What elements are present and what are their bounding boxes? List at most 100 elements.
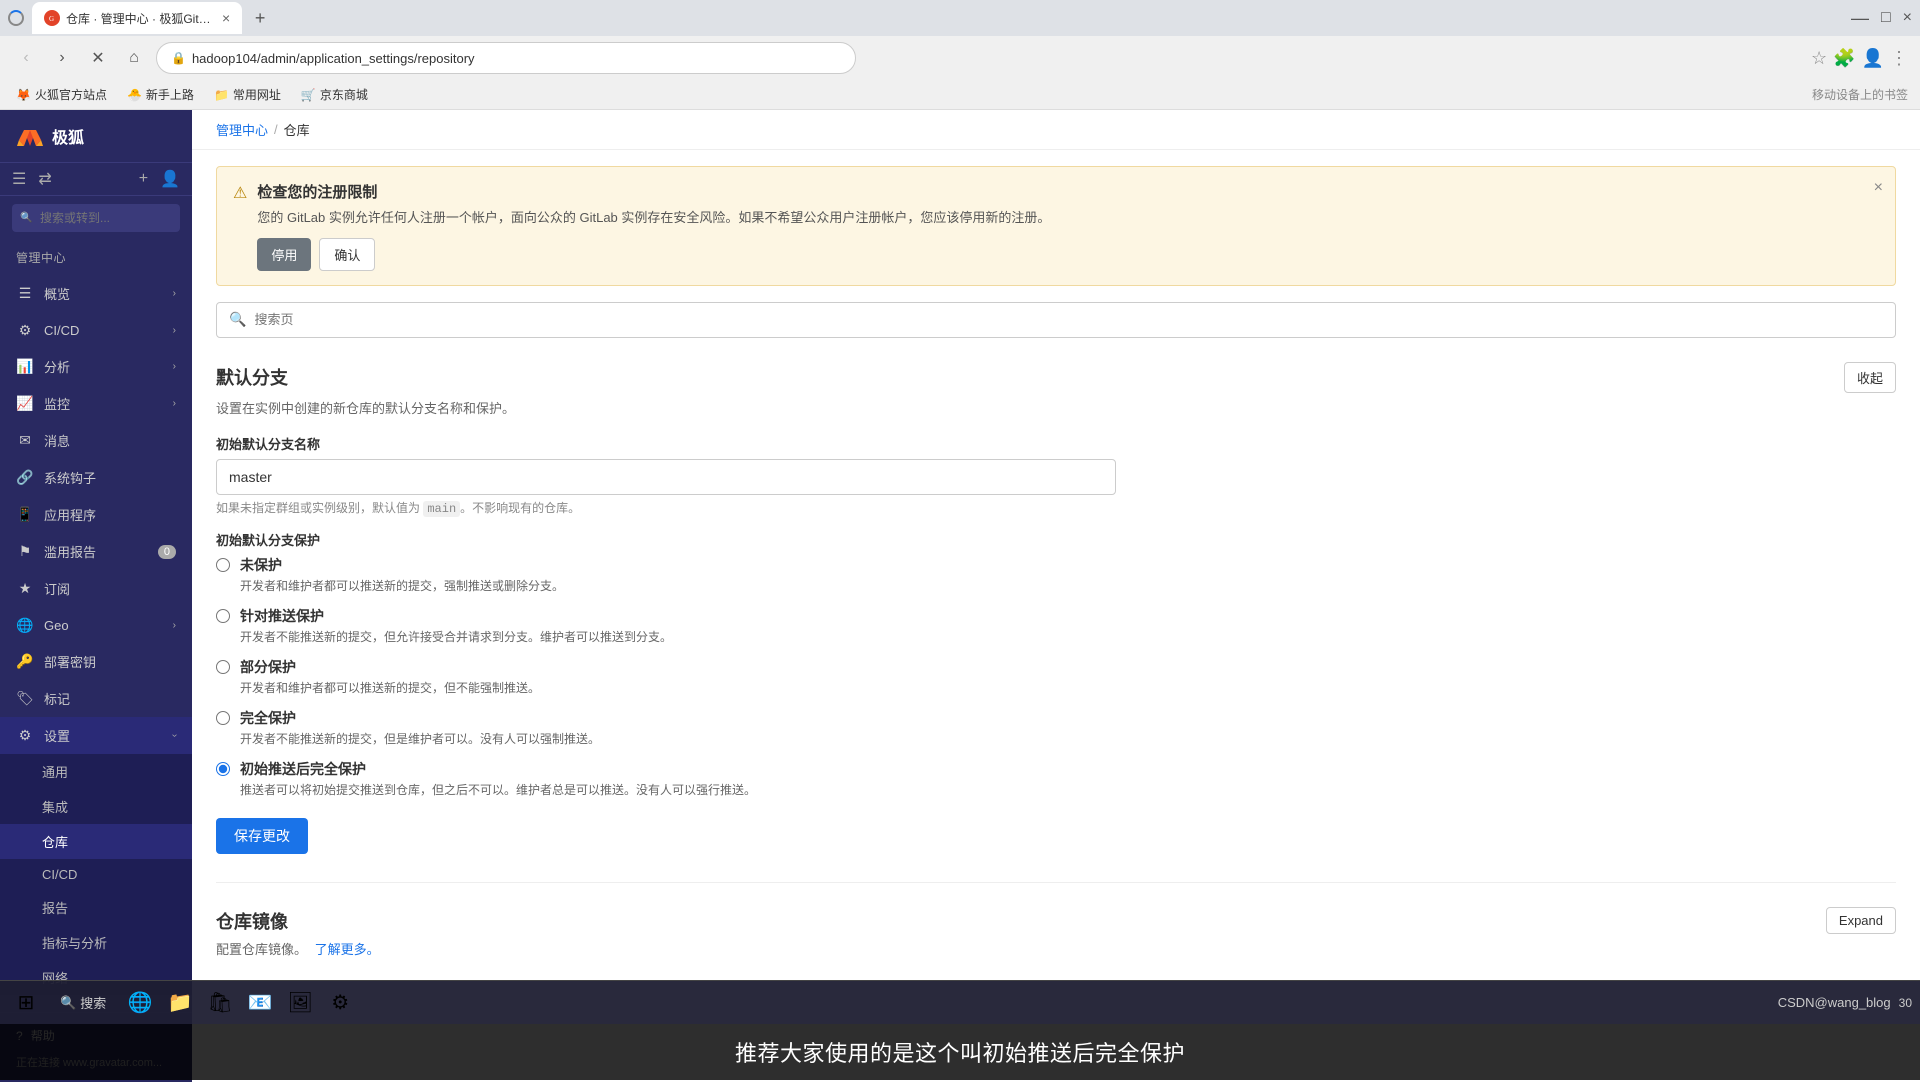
taskbar-mail[interactable]: 📧 — [242, 985, 278, 1021]
hooks-icon: 🔗 — [16, 469, 34, 487]
tab-bar: G 仓库 · 管理中心 · 极狐GitLab × + — □ × — [0, 0, 1920, 36]
sidebar-item-analytics[interactable]: 📊 分析 › — [0, 348, 192, 385]
tab-close-button[interactable]: × — [222, 10, 230, 26]
confirm-button[interactable]: 确认 — [319, 238, 375, 271]
learn-more-link[interactable]: 了解更多。 — [315, 942, 380, 957]
radio-push-protected-label: 针对推送保护 开发者不能推送新的提交，但允许接受合并请求到分支。维护者可以推送到… — [240, 606, 672, 645]
sidebar-item-messages[interactable]: ✉ 消息 — [0, 422, 192, 459]
sidebar-logo[interactable]: 极狐 — [0, 110, 192, 163]
sidebar-user-icon[interactable]: 👤 — [160, 169, 180, 189]
firefox-icon: 🦊 — [16, 88, 31, 102]
lock-icon: 🔒 — [171, 51, 186, 65]
sidebar-item-cicd[interactable]: ⚙ CI/CD › — [0, 312, 192, 348]
app-container: 极狐 ☰ ⇄ + 👤 管理中心 ☰ 概览 › ⚙ — [0, 110, 1920, 1082]
alert-actions: 停用 确认 — [257, 238, 1879, 271]
branch-name-group: 初始默认分支名称 如果未指定群组或实例级别，默认值为 main。不影响现有的仓库… — [216, 434, 1896, 516]
section-divider — [216, 882, 1896, 883]
taskbar-search-label: 搜索 — [80, 993, 106, 1012]
profile-icon[interactable]: 👤 — [1862, 48, 1884, 69]
radio-partial-input[interactable] — [216, 660, 230, 674]
bookmark-jd[interactable]: 🛒 京东商城 — [297, 84, 372, 105]
sidebar-merge-icon[interactable]: ⇄ — [38, 169, 51, 189]
expand-button[interactable]: Expand — [1826, 907, 1896, 934]
sidebar-item-overview[interactable]: ☰ 概览 › — [0, 275, 192, 312]
sidebar-geo-label: Geo — [44, 618, 69, 633]
menu-icon[interactable]: ⋮ — [1890, 48, 1908, 69]
active-tab[interactable]: G 仓库 · 管理中心 · 极狐GitLab × — [32, 2, 242, 34]
branch-name-input[interactable] — [216, 459, 1116, 495]
sidebar-subitem-integrations[interactable]: 集成 — [0, 789, 192, 824]
new-tab-button[interactable]: + — [246, 4, 274, 32]
extensions-icon[interactable]: 🧩 — [1833, 48, 1855, 69]
taskbar-windows-icon[interactable]: ⊞ — [8, 985, 44, 1021]
bookmark-common[interactable]: 📁 常用网址 — [210, 84, 285, 105]
sidebar-abuse-label: 滥用报告 — [44, 542, 96, 561]
sidebar-subitem-repository[interactable]: 仓库 — [0, 824, 192, 859]
alert-close-button[interactable]: × — [1874, 179, 1883, 197]
tooltip-text: 推荐大家使用的是这个叫初始推送后完全保护 — [735, 1036, 1185, 1068]
sidebar-subitem-reports[interactable]: 报告 — [0, 890, 192, 925]
repository-label: 仓库 — [42, 832, 68, 851]
window-maximize-button[interactable]: □ — [1881, 9, 1891, 27]
default-branch-desc: 设置在实例中创建的新仓库的默认分支名称和保护。 — [216, 399, 1896, 419]
radio-initial-push-full-input[interactable] — [216, 762, 230, 776]
sidebar-item-abuse[interactable]: ⚑ 滥用报告 0 — [0, 533, 192, 570]
default-branch-title: 默认分支 — [216, 364, 288, 390]
disable-button[interactable]: 停用 — [257, 238, 311, 271]
search-icon: 🔍 — [229, 311, 246, 328]
sidebar-item-apps[interactable]: 📱 应用程序 — [0, 496, 192, 533]
sidebar-item-deploy-keys[interactable]: 🔑 部署密钥 — [0, 643, 192, 680]
forward-button[interactable]: › — [48, 44, 76, 72]
radio-unprotected-input[interactable] — [216, 558, 230, 572]
save-changes-button[interactable]: 保存更改 — [216, 818, 308, 854]
page-search-input[interactable] — [254, 312, 1883, 327]
sidebar-item-labels[interactable]: 🏷 标记 — [0, 680, 192, 717]
taskbar-explorer[interactable]: 📁 — [162, 985, 198, 1021]
sidebar-subitem-general[interactable]: 通用 — [0, 754, 192, 789]
radio-push-protected-input[interactable] — [216, 609, 230, 623]
mirror-section: 仓库镜像 Expand 配置仓库镜像。 了解更多。 — [216, 907, 1896, 960]
window-close-button[interactable]: × — [1903, 9, 1912, 27]
sidebar-messages-label: 消息 — [44, 431, 70, 450]
bookmarks-bar: 🦊 火狐官方站点 🐣 新手上路 📁 常用网址 🛒 京东商城 移动设备上的书签 — [0, 80, 1920, 110]
sidebar-item-geo[interactable]: 🌐 Geo › — [0, 607, 192, 643]
cicd-sub-label: CI/CD — [42, 867, 77, 882]
sidebar-item-monitor[interactable]: 📈 监控 › — [0, 385, 192, 422]
taskbar-search[interactable]: 🔍 搜索 — [48, 985, 118, 1021]
bookmark-star-icon[interactable]: ☆ — [1811, 48, 1827, 69]
collapse-button[interactable]: 收起 — [1844, 362, 1896, 393]
back-button[interactable]: ‹ — [12, 44, 40, 72]
sidebar-create-icon[interactable]: + — [139, 170, 148, 188]
sidebar-item-hooks[interactable]: 🔗 系统钩子 — [0, 459, 192, 496]
sidebar-item-subscription[interactable]: ★ 订阅 — [0, 570, 192, 607]
sidebar-subitem-cicd[interactable]: CI/CD — [0, 859, 192, 890]
window-minimize-button[interactable]: — — [1851, 8, 1869, 29]
page-search-bar[interactable]: 🔍 — [216, 302, 1896, 338]
taskbar-store[interactable]: 🛍 — [202, 985, 238, 1021]
sidebar-item-settings[interactable]: ⚙ 设置 › — [0, 717, 192, 754]
tab-title: 仓库 · 管理中心 · 极狐GitLab — [66, 10, 216, 27]
refresh-button[interactable]: ✕ — [84, 44, 112, 72]
admin-center-label: 管理中心 — [16, 249, 66, 266]
mirror-title: 仓库镜像 — [216, 908, 288, 934]
overview-arrow: › — [173, 288, 176, 299]
sidebar-item-admin[interactable]: 管理中心 — [0, 240, 192, 275]
taskbar-photos[interactable]: 🖼 — [282, 985, 318, 1021]
breadcrumb-admin[interactable]: 管理中心 — [216, 120, 268, 139]
taskbar-settings[interactable]: ⚙ — [322, 985, 358, 1021]
taskbar-chrome[interactable]: 🌐 — [122, 985, 158, 1021]
address-bar[interactable]: 🔒 hadoop104/admin/application_settings/r… — [156, 42, 856, 74]
bookmark-newbie[interactable]: 🐣 新手上路 — [123, 84, 198, 105]
sidebar-subitem-metrics[interactable]: 指标与分析 — [0, 925, 192, 960]
breadcrumb-separator: / — [274, 122, 278, 137]
apps-icon: 📱 — [16, 506, 34, 524]
alert-description: 您的 GitLab 实例允许任何人注册一个帐户，面向公众的 GitLab 实例存… — [257, 208, 1879, 228]
bookmark-firefox[interactable]: 🦊 火狐官方站点 — [12, 84, 111, 105]
alert-banner: ⚠ 检查您的注册限制 您的 GitLab 实例允许任何人注册一个帐户，面向公众的… — [216, 166, 1896, 286]
home-button[interactable]: ⌂ — [120, 44, 148, 72]
sidebar-search-input[interactable] — [12, 204, 180, 232]
sidebar-toggle-button[interactable]: ☰ — [12, 169, 26, 189]
taskbar-search-icon: 🔍 — [60, 995, 76, 1011]
radio-full-input[interactable] — [216, 711, 230, 725]
sidebar-overview-label: 概览 — [44, 284, 70, 303]
